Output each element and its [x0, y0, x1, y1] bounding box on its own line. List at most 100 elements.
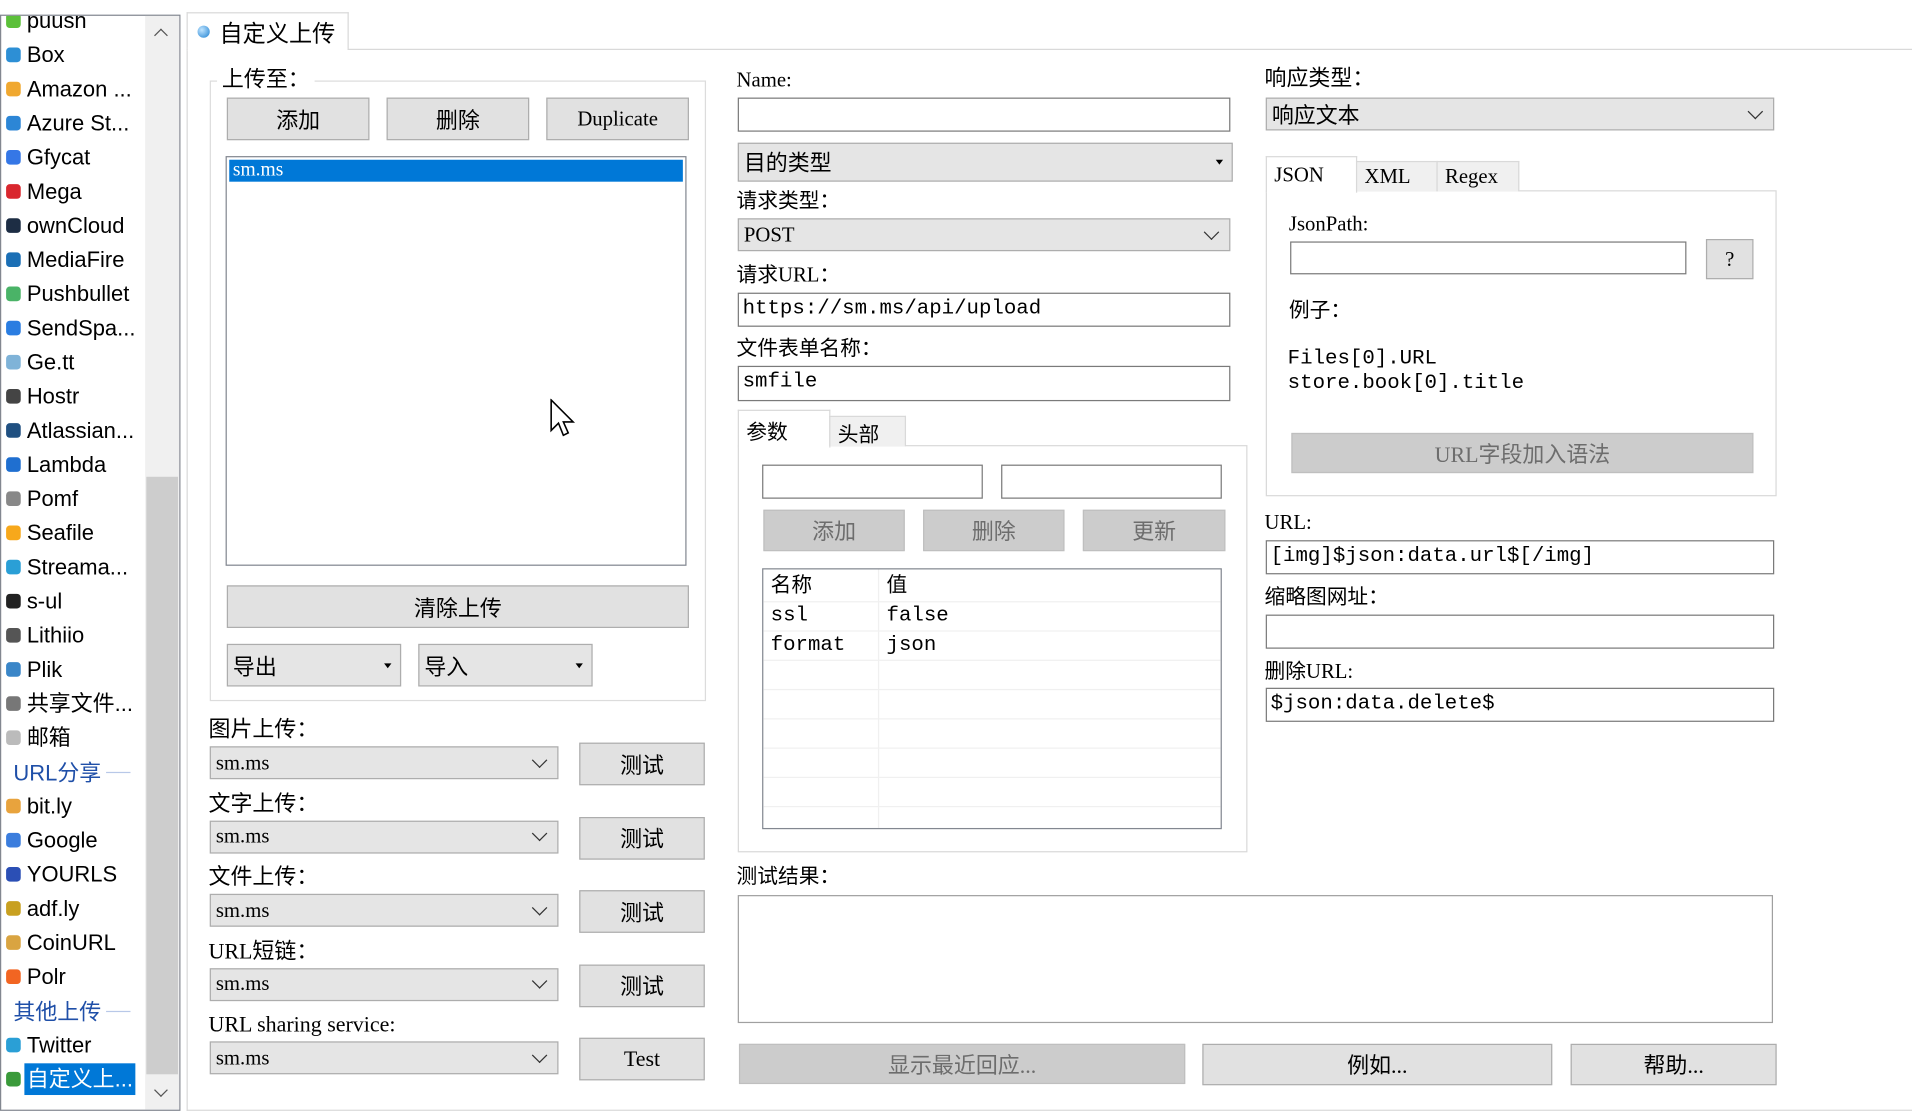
- sidebar-item[interactable]: Twitter: [6, 1028, 145, 1062]
- sidebar-item-label: Box: [26, 42, 65, 68]
- test-destination-button[interactable]: 测试: [579, 742, 705, 786]
- destination-dropdown[interactable]: sm.ms: [209, 894, 559, 927]
- sidebar-item[interactable]: Box: [6, 38, 145, 72]
- sidebar-item[interactable]: adf.ly: [6, 891, 145, 925]
- test-destination-button[interactable]: Test: [579, 1038, 705, 1081]
- delete-param-button[interactable]: 删除: [923, 509, 1065, 552]
- help-button[interactable]: 帮助...: [1570, 1043, 1777, 1086]
- import-dropdown[interactable]: 导入: [418, 643, 593, 687]
- sidebar-item[interactable]: SendSpa...: [6, 311, 145, 345]
- sidebar-item[interactable]: Lambda: [6, 448, 145, 482]
- response-type-dropdown[interactable]: 响应文本: [1265, 97, 1775, 131]
- test-destination-button[interactable]: 测试: [579, 964, 705, 1007]
- sidebar-item[interactable]: s-ul: [6, 584, 145, 618]
- sidebar-item-label: MediaFire: [26, 247, 125, 272]
- deletion-url-input[interactable]: $json:data.delete$: [1265, 687, 1775, 722]
- sidebar-scrollbar[interactable]: [145, 15, 180, 1110]
- add-url-syntax-button[interactable]: URL字段加入语法: [1291, 432, 1754, 474]
- show-last-response-button[interactable]: 显示最近回应...: [738, 1043, 1186, 1085]
- name-input[interactable]: [737, 97, 1231, 132]
- scroll-down-icon[interactable]: [154, 1083, 168, 1098]
- sidebar-item[interactable]: YOURLS: [6, 857, 145, 891]
- sidebar-item[interactable]: Mega: [6, 174, 145, 208]
- test-result-textarea[interactable]: [737, 895, 1774, 1024]
- sidebar-item[interactable]: 自定义上...: [6, 1062, 145, 1096]
- service-logo-icon: [6, 1037, 21, 1053]
- test-destination-button[interactable]: 测试: [579, 890, 705, 934]
- sidebar-item[interactable]: 邮箱: [6, 721, 145, 755]
- sidebar-item[interactable]: bit.ly: [6, 789, 145, 823]
- sidebar-item[interactable]: Ge.tt: [6, 345, 145, 379]
- thumbnail-url-input[interactable]: [1265, 614, 1775, 649]
- scroll-up-icon[interactable]: [154, 28, 168, 43]
- destination-dropdown[interactable]: sm.ms: [209, 1041, 559, 1075]
- dropdown-arrow-icon: [1215, 159, 1224, 165]
- destination-dropdown[interactable]: sm.ms: [209, 967, 559, 1001]
- sidebar-item[interactable]: Amazon ...: [6, 72, 145, 106]
- add-uploader-button[interactable]: 添加: [226, 97, 370, 141]
- destination-dropdown[interactable]: sm.ms: [209, 746, 559, 780]
- url-input[interactable]: [img]$json:data.url$[/img]: [1265, 540, 1775, 575]
- sidebar-item[interactable]: Google: [6, 823, 145, 857]
- destination-dropdown[interactable]: sm.ms: [209, 820, 559, 854]
- table-row[interactable]: ssl false: [763, 601, 1221, 632]
- param-name-input[interactable]: [762, 464, 983, 499]
- sidebar-item[interactable]: ownCloud: [6, 209, 145, 243]
- jsonpath-label: JsonPath:: [1288, 212, 1369, 236]
- tab-custom-uploader[interactable]: 自定义上传: [186, 12, 349, 50]
- sidebar-item-label: ownCloud: [26, 213, 125, 238]
- update-param-button[interactable]: 更新: [1082, 509, 1226, 552]
- destination-value: sm.ms: [215, 898, 270, 922]
- test-destination-button[interactable]: 测试: [579, 816, 705, 860]
- table-row[interactable]: format json: [763, 631, 1221, 661]
- sidebar-item[interactable]: Plik: [6, 652, 145, 686]
- chevron-down-icon: [531, 825, 548, 842]
- destination-value: sm.ms: [215, 750, 270, 774]
- uploader-list-item-selected[interactable]: sm.ms: [229, 159, 683, 182]
- file-form-name-input[interactable]: smfile: [737, 365, 1231, 402]
- sidebar-item[interactable]: Pushbullet: [6, 277, 145, 311]
- sidebar-item[interactable]: Pomf: [6, 482, 145, 516]
- jsonpath-help-button[interactable]: ?: [1705, 239, 1754, 280]
- sidebar-item[interactable]: Polr: [6, 960, 145, 994]
- response-type-label: 响应类型：: [1264, 65, 1375, 91]
- sidebar-item[interactable]: Streama...: [6, 550, 145, 584]
- sidebar-item[interactable]: Seafile: [6, 516, 145, 550]
- destination-type-dropdown[interactable]: 目的类型: [737, 142, 1233, 182]
- tab-headers-label: 头部: [837, 422, 880, 446]
- column-header-value[interactable]: 值: [878, 569, 1221, 603]
- column-header-name[interactable]: 名称: [763, 569, 880, 603]
- sidebar-item[interactable]: CoinURL: [6, 926, 145, 960]
- uploader-list[interactable]: sm.ms: [225, 156, 687, 566]
- request-url-input[interactable]: https://sm.ms/api/upload: [737, 292, 1231, 327]
- export-dropdown[interactable]: 导出: [226, 643, 402, 687]
- sidebar-item[interactable]: Gfycat: [6, 140, 145, 174]
- service-logo-icon: [6, 47, 21, 63]
- sidebar-item[interactable]: Lithiio: [6, 618, 145, 652]
- sidebar-item[interactable]: Azure St...: [6, 106, 145, 140]
- sidebar-header-label: URL分享: [13, 760, 102, 786]
- delete-uploader-button[interactable]: 删除: [386, 97, 530, 141]
- method-dropdown[interactable]: POST: [737, 218, 1231, 252]
- clear-uploaders-button[interactable]: 清除上传: [226, 585, 689, 628]
- table-row-empty: [763, 748, 1221, 778]
- tab-json[interactable]: JSON: [1265, 156, 1358, 193]
- import-label: 导入: [424, 654, 469, 679]
- tab-headers[interactable]: 头部: [829, 415, 907, 447]
- sidebar-item-label: Gfycat: [26, 145, 91, 170]
- jsonpath-input[interactable]: [1290, 241, 1687, 275]
- sidebar-item[interactable]: 共享文件...: [6, 687, 145, 721]
- tab-xml[interactable]: XML: [1355, 160, 1438, 192]
- example-button[interactable]: 例如...: [1202, 1043, 1553, 1086]
- tab-regex[interactable]: Regex: [1436, 160, 1520, 192]
- scrollbar-thumb[interactable]: [146, 476, 179, 1075]
- sidebar-item[interactable]: puush: [6, 15, 145, 38]
- params-table[interactable]: 名称值 ssl false format json: [762, 568, 1222, 830]
- sidebar-item[interactable]: Hostr: [6, 379, 145, 413]
- sidebar-item[interactable]: Atlassian...: [6, 413, 145, 447]
- add-param-button[interactable]: 添加: [763, 509, 905, 552]
- sidebar-item[interactable]: MediaFire: [6, 243, 145, 277]
- tab-params[interactable]: 参数: [737, 409, 831, 448]
- duplicate-uploader-button[interactable]: Duplicate: [546, 97, 689, 141]
- param-value-input[interactable]: [1001, 464, 1222, 499]
